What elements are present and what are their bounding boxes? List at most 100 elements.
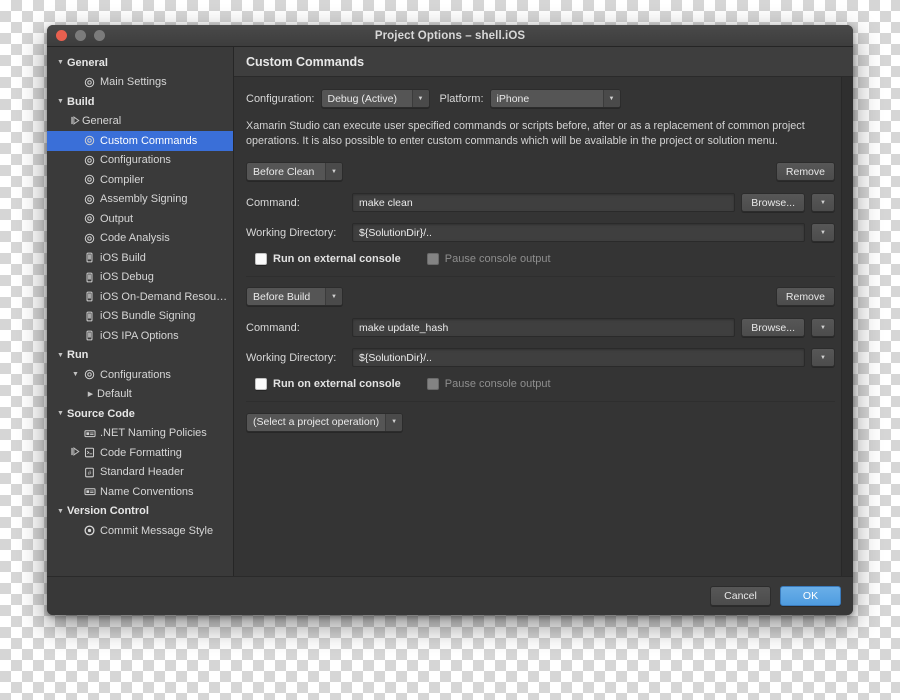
browse-command-button[interactable]: Browse... bbox=[741, 318, 805, 337]
sidebar-item-custom-commands[interactable]: Custom Commands bbox=[47, 131, 233, 151]
sidebar-item-compiler[interactable]: Compiler bbox=[47, 170, 233, 190]
sidebar-item-label: Custom Commands bbox=[100, 134, 198, 147]
command-input[interactable]: make update_hash bbox=[352, 318, 736, 337]
platform-label: Platform: bbox=[439, 92, 484, 105]
close-window-icon[interactable] bbox=[56, 30, 67, 41]
maximize-window-icon[interactable] bbox=[94, 30, 105, 41]
disclosure-down-icon[interactable]: ▼ bbox=[54, 410, 67, 417]
disclosure-right-icon[interactable]: ▶ bbox=[84, 391, 97, 398]
ok-button[interactable]: OK bbox=[780, 586, 841, 606]
sidebar-item-main-settings[interactable]: Main Settings bbox=[47, 73, 233, 93]
sidebar-item-commit-message-style[interactable]: Commit Message Style bbox=[47, 521, 233, 541]
cancel-button[interactable]: Cancel bbox=[710, 586, 771, 606]
command-trigger-select[interactable]: Before Build ▼ bbox=[246, 287, 343, 306]
sidebar-item-label: Version Control bbox=[67, 505, 149, 518]
sidebar-item-label: Name Conventions bbox=[100, 485, 194, 498]
sidebar-item-source-code[interactable]: ▼ Source Code bbox=[47, 404, 233, 424]
sidebar-item-code-formatting[interactable]: Code Formatting bbox=[47, 443, 233, 463]
remove-command-button[interactable]: Remove bbox=[775, 162, 835, 181]
sidebar-item-assembly-signing[interactable]: Assembly Signing bbox=[47, 190, 233, 210]
disclosure-down-icon[interactable]: ▼ bbox=[54, 352, 67, 359]
hash-icon: # bbox=[82, 467, 97, 478]
working-directory-input[interactable]: ${SolutionDir}/.. bbox=[352, 348, 805, 367]
sidebar-item-run[interactable]: ▼ Run bbox=[47, 346, 233, 366]
working-directory-dropdown-icon[interactable]: ▼ bbox=[811, 223, 835, 242]
disclosure-right-icon[interactable] bbox=[69, 447, 82, 458]
sidebar-item-version-control[interactable]: ▼ Version Control bbox=[47, 502, 233, 522]
command-trigger-select[interactable]: Before Clean ▼ bbox=[246, 162, 343, 181]
disclosure-down-icon[interactable]: ▼ bbox=[69, 371, 82, 378]
sidebar-item-label: Code Formatting bbox=[100, 446, 182, 459]
disclosure-down-icon[interactable]: ▼ bbox=[54, 98, 67, 105]
working-directory-dropdown-icon[interactable]: ▼ bbox=[811, 348, 835, 367]
console-options-row: Run on external console Pause console out… bbox=[246, 253, 835, 265]
command-history-dropdown-icon[interactable]: ▼ bbox=[811, 193, 835, 212]
card-icon bbox=[82, 428, 97, 439]
configuration-label: Configuration: bbox=[246, 92, 315, 105]
project-options-window: Project Options – shell.iOS ▼ General Main… bbox=[47, 25, 853, 615]
disclosure-down-icon[interactable]: ▼ bbox=[54, 59, 67, 66]
sidebar-item-ios-build[interactable]: iOS Build bbox=[47, 248, 233, 268]
sidebar-item-label: Default bbox=[97, 388, 132, 401]
add-operation-placeholder: (Select a project operation) bbox=[253, 416, 380, 428]
gear-filled-icon bbox=[82, 525, 97, 536]
options-sidebar[interactable]: ▼ General Main Settings ▼ Build General Custom… bbox=[47, 47, 234, 576]
sidebar-item-label: Compiler bbox=[100, 173, 145, 186]
working-directory-input[interactable]: ${SolutionDir}/.. bbox=[352, 223, 805, 242]
gear-icon bbox=[82, 155, 97, 166]
sidebar-item-standard-header[interactable]: # Standard Header bbox=[47, 463, 233, 483]
card-icon bbox=[82, 486, 97, 497]
sidebar-item-name-conventions[interactable]: Name Conventions bbox=[47, 482, 233, 502]
sidebar-item-label: Standard Header bbox=[100, 466, 184, 479]
chevron-down-icon: ▼ bbox=[385, 413, 403, 431]
sidebar-item-ios-ipa-options[interactable]: iOS IPA Options bbox=[47, 326, 233, 346]
window-titlebar: Project Options – shell.iOS bbox=[47, 25, 853, 47]
command-field-row: Command: make clean Browse... ▼ bbox=[246, 193, 835, 212]
sidebar-item-configurations[interactable]: ▼ Configurations bbox=[47, 365, 233, 385]
console-options-row: Run on external console Pause console out… bbox=[246, 378, 835, 390]
sidebar-item-configurations[interactable]: Configurations bbox=[47, 151, 233, 171]
add-project-operation-select[interactable]: (Select a project operation) ▼ bbox=[246, 412, 404, 432]
sidebar-item-default[interactable]: ▶ Default bbox=[47, 385, 233, 405]
phone-icon bbox=[82, 252, 97, 263]
sidebar-item-ios-bundle-signing[interactable]: iOS Bundle Signing bbox=[47, 307, 233, 327]
sidebar-item-output[interactable]: Output bbox=[47, 209, 233, 229]
run-on-external-console-checkbox[interactable]: Run on external console bbox=[255, 253, 401, 265]
sidebar-item-general[interactable]: General bbox=[47, 112, 233, 132]
sidebar-item-net-naming-policies[interactable]: .NET Naming Policies bbox=[47, 424, 233, 444]
sidebar-item-label: Configurations bbox=[100, 368, 171, 381]
sidebar-item-general[interactable]: ▼ General bbox=[47, 53, 233, 73]
disclosure-right-icon[interactable] bbox=[69, 115, 82, 127]
section-divider bbox=[246, 401, 835, 402]
sidebar-item-ios-on-demand-resources[interactable]: iOS On-Demand Resources bbox=[47, 287, 233, 307]
sidebar-item-code-analysis[interactable]: Code Analysis bbox=[47, 229, 233, 249]
sidebar-item-ios-debug[interactable]: iOS Debug bbox=[47, 268, 233, 288]
sidebar-item-build[interactable]: ▼ Build bbox=[47, 92, 233, 112]
run-on-external-console-checkbox[interactable]: Run on external console bbox=[255, 378, 401, 390]
disclosure-down-icon[interactable]: ▼ bbox=[54, 508, 67, 515]
browse-command-button[interactable]: Browse... bbox=[741, 193, 805, 212]
chevron-down-icon: ▼ bbox=[411, 90, 429, 107]
sidebar-item-label: Source Code bbox=[67, 407, 135, 420]
command-trigger-value: Before Build bbox=[253, 290, 311, 303]
checkbox-icon bbox=[426, 253, 439, 265]
svg-text:#: # bbox=[88, 470, 92, 477]
remove-command-button[interactable]: Remove bbox=[775, 287, 835, 306]
custom-command-block: Before Build ▼ Remove Command: make update_h… bbox=[246, 287, 835, 402]
configuration-select[interactable]: Debug (Active) ▼ bbox=[320, 89, 430, 108]
platform-select[interactable]: iPhone ▼ bbox=[489, 89, 621, 108]
command-input[interactable]: make clean bbox=[352, 193, 736, 212]
pause-console-output-label: Pause console output bbox=[444, 253, 551, 265]
sidebar-item-label: Commit Message Style bbox=[100, 524, 214, 537]
page-title: Custom Commands bbox=[246, 54, 365, 69]
vertical-scrollbar[interactable] bbox=[841, 77, 853, 576]
minimize-window-icon[interactable] bbox=[75, 30, 86, 41]
traffic-lights bbox=[47, 30, 105, 41]
working-directory-row: Working Directory: ${SolutionDir}/.. ▼ bbox=[246, 223, 835, 242]
command-history-dropdown-icon[interactable]: ▼ bbox=[811, 318, 835, 337]
platform-value: iPhone bbox=[496, 92, 530, 105]
sidebar-item-label: iOS IPA Options bbox=[100, 329, 179, 342]
checkbox-icon bbox=[426, 378, 439, 390]
working-directory-label: Working Directory: bbox=[246, 226, 337, 239]
sidebar-item-label: Output bbox=[100, 212, 134, 225]
